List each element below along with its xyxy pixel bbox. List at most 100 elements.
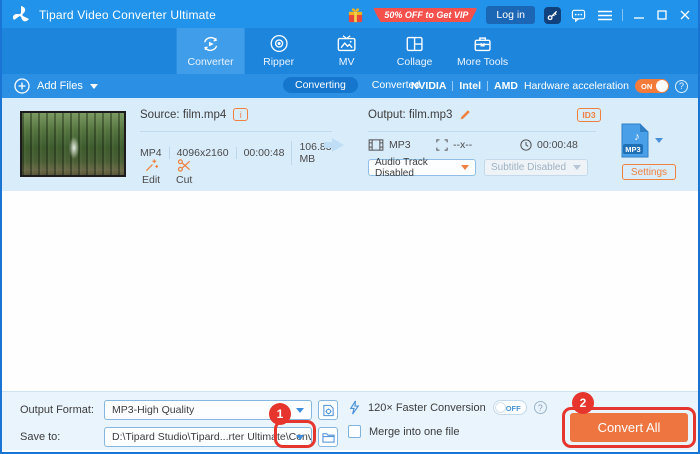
help-icon[interactable]: ? xyxy=(675,79,688,93)
profile-gear-icon xyxy=(322,404,334,416)
maximize-icon[interactable] xyxy=(655,8,669,22)
film-icon xyxy=(368,139,384,151)
divider xyxy=(140,131,332,132)
converting-tab[interactable]: Converting xyxy=(283,77,358,93)
faster-conversion-label: 120× Faster Conversion xyxy=(368,401,486,414)
feedback-icon[interactable] xyxy=(570,7,587,24)
faster-conversion-toggle[interactable]: OFF xyxy=(492,400,527,415)
title-bar: Tipard Video Converter Ultimate 50% OFF … xyxy=(2,0,698,30)
file-row: Source: film.mp4 i MP4 4096x2160 00:00:4… xyxy=(2,98,698,191)
output-format-label: Output Format: xyxy=(20,404,94,416)
window-title: Tipard Video Converter Ultimate xyxy=(39,8,216,22)
titlebar-actions: 50% OFF to Get VIP Log in xyxy=(347,0,692,30)
subtitle-value: Subtitle Disabled xyxy=(491,162,567,173)
id3-edit-icon[interactable]: ID3 xyxy=(577,108,601,122)
plus-circle-icon xyxy=(14,78,30,94)
scissors-icon xyxy=(177,159,190,172)
output-panel: Output: film.mp3 ID3 MP3 --x-- 00:00:48 … xyxy=(368,98,601,191)
toggle-knob xyxy=(656,80,668,92)
info-icon[interactable]: i xyxy=(233,108,249,121)
merge-checkbox[interactable] xyxy=(348,425,361,438)
video-thumbnail[interactable] xyxy=(20,111,126,177)
open-folder-button[interactable] xyxy=(318,427,338,447)
converter-icon xyxy=(200,33,222,54)
footer-bar: Output Format: MP3-High Quality Save to:… xyxy=(2,391,698,450)
tab-converter[interactable]: Converter xyxy=(176,28,245,74)
queue-switch: Converting Converted xyxy=(283,77,420,93)
source-duration: 00:00:48 xyxy=(235,147,292,159)
tab-collage[interactable]: Collage xyxy=(381,28,449,74)
intel-label: Intel xyxy=(459,80,482,92)
add-files-button[interactable]: Add Files xyxy=(14,78,98,94)
tab-mv-label: MV xyxy=(338,56,355,68)
format-settings-button[interactable] xyxy=(318,400,338,420)
source-filename: Source: film.mp4 xyxy=(140,108,227,121)
cut-button[interactable]: Cut xyxy=(176,158,192,186)
tab-more-tools[interactable]: More Tools xyxy=(449,28,517,74)
app-logo-icon xyxy=(12,6,29,22)
collage-icon xyxy=(404,33,426,54)
save-to-value: D:\Tipard Studio\Tipard...rter Ultimate\… xyxy=(112,431,312,443)
subtitle-dropdown[interactable]: Subtitle Disabled xyxy=(484,159,588,176)
convert-all-button[interactable]: Convert All xyxy=(570,413,688,442)
file-list-area[interactable] xyxy=(2,191,698,391)
chevron-down-icon xyxy=(296,408,304,413)
app-window: Tipard Video Converter Ultimate 50% OFF … xyxy=(0,0,700,454)
tab-collage-label: Collage xyxy=(396,56,433,68)
nav-bar: Converter Ripper MV Collage More Tools xyxy=(2,28,698,74)
add-files-label: Add Files xyxy=(37,80,83,92)
tab-converter-label: Converter xyxy=(187,56,234,68)
source-meta: MP4 4096x2160 00:00:48 106.83 MB xyxy=(140,141,339,165)
tab-ripper[interactable]: Ripper xyxy=(245,28,313,74)
close-icon[interactable] xyxy=(678,8,692,22)
edit-label: Edit xyxy=(142,174,161,186)
register-key-icon[interactable] xyxy=(544,6,561,24)
tab-mv[interactable]: MV xyxy=(313,28,381,74)
settings-button[interactable]: Settings xyxy=(622,164,676,180)
chevron-down-icon xyxy=(296,435,304,440)
rename-pencil-icon[interactable] xyxy=(459,108,472,121)
minimize-icon[interactable] xyxy=(632,8,646,22)
toggle-knob xyxy=(494,402,506,413)
merge-row[interactable]: Merge into one file xyxy=(348,425,460,438)
output-resolution: --x-- xyxy=(453,139,473,151)
format-chevron-icon[interactable] xyxy=(655,138,663,143)
amd-label: AMD xyxy=(494,80,518,92)
edit-button[interactable]: Edit xyxy=(142,158,160,186)
ripper-icon xyxy=(268,33,289,54)
hardware-acceleration: NVIDIA Intel AMD Hardware acceleration O… xyxy=(411,74,688,98)
toolbar: Add Files Converting Converted NVIDIA In… xyxy=(2,74,698,98)
nvidia-label: NVIDIA xyxy=(410,80,447,92)
output-format: MP3 xyxy=(389,139,411,151)
magic-wand-icon xyxy=(145,159,158,172)
promo-badge[interactable]: 50% OFF to Get VIP xyxy=(373,8,478,22)
toggle-off-label: OFF xyxy=(505,404,521,413)
menu-icon[interactable] xyxy=(596,7,613,24)
login-button[interactable]: Log in xyxy=(486,6,535,24)
clock-icon xyxy=(520,139,532,151)
music-note-glyph: ♪ xyxy=(634,131,640,143)
mp3-file-label: MP3 xyxy=(625,145,640,154)
divider xyxy=(368,131,596,132)
resolution-icon xyxy=(436,139,448,151)
output-filename: Output: film.mp3 xyxy=(368,108,453,121)
output-format-value: MP3-High Quality xyxy=(112,404,195,416)
output-file-icon[interactable]: ♪ MP3 xyxy=(620,122,650,159)
audio-track-dropdown[interactable]: Audio Track Disabled xyxy=(368,157,476,179)
save-to-dropdown[interactable]: D:\Tipard Studio\Tipard...rter Ultimate\… xyxy=(104,427,312,447)
separator xyxy=(487,81,489,91)
help-icon[interactable]: ? xyxy=(533,401,547,414)
arrow-right-icon xyxy=(324,138,344,152)
toggle-on-label: ON xyxy=(641,82,653,91)
source-panel: Source: film.mp4 i MP4 4096x2160 00:00:4… xyxy=(140,98,336,191)
chevron-down-icon xyxy=(89,83,98,89)
gift-icon[interactable] xyxy=(347,7,364,24)
hw-accel-label: Hardware acceleration xyxy=(523,80,629,92)
output-format-dropdown[interactable]: MP3-High Quality xyxy=(104,400,312,420)
separator xyxy=(452,81,454,91)
hw-accel-toggle[interactable]: ON xyxy=(635,79,669,93)
folder-icon xyxy=(321,432,335,443)
chevron-down-icon xyxy=(573,165,581,170)
faster-conversion-row: 120× Faster Conversion OFF ? xyxy=(348,400,547,415)
titlebar-separator xyxy=(622,9,623,21)
